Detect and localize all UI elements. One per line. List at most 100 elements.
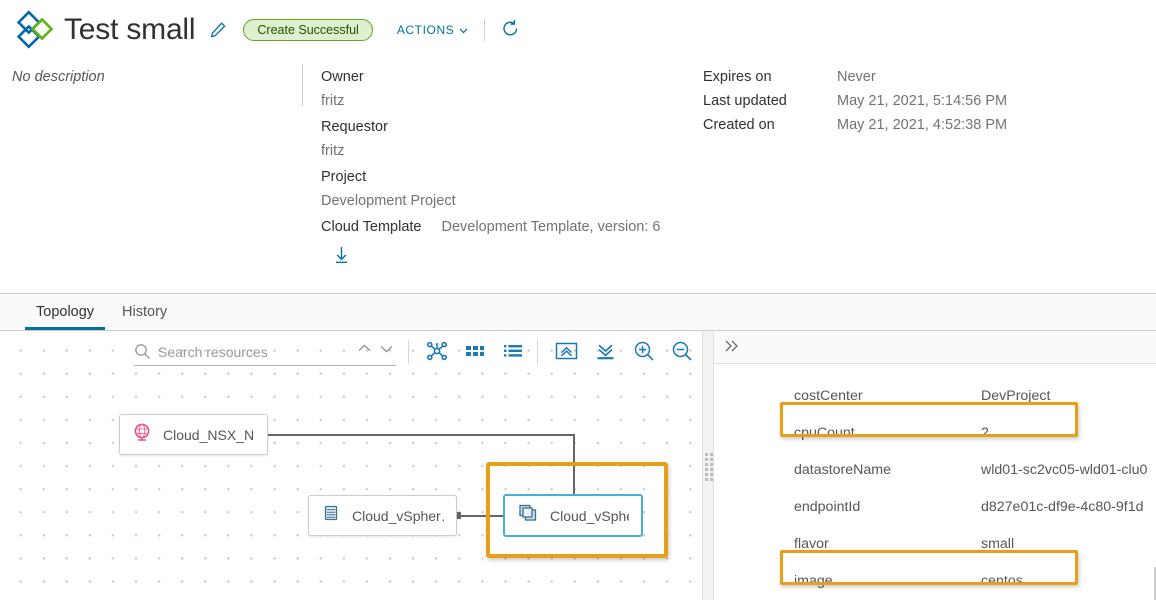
topology-canvas[interactable]: Cloud_NSX_N… Cloud_vSpher… Cloud_vSpher… bbox=[0, 331, 702, 600]
topology-view-button[interactable] bbox=[425, 339, 449, 366]
last-updated-value: May 21, 2021, 5:14:56 PM bbox=[837, 93, 1008, 109]
grid-cards-icon bbox=[463, 339, 487, 366]
details-pane-header bbox=[714, 331, 1156, 364]
expand-all-button[interactable] bbox=[593, 339, 618, 366]
property-row-flavor: flavor small bbox=[714, 525, 1156, 562]
node-cloud-vsphere-disk[interactable]: Cloud_vSpher… bbox=[308, 495, 457, 536]
property-key: cpuCount bbox=[794, 424, 855, 441]
summary-section: No description Owner fritz Requestor fri… bbox=[0, 60, 1156, 333]
node-label: Cloud_vSpher… bbox=[352, 507, 444, 524]
property-key: image bbox=[794, 572, 833, 589]
double-chevron-right-icon bbox=[724, 338, 741, 357]
expires-on-row: Expires on Never bbox=[703, 65, 1156, 89]
chevron-down-icon bbox=[379, 342, 394, 357]
status-badge: Create Successful bbox=[243, 19, 373, 41]
tab-history[interactable]: History bbox=[108, 294, 181, 330]
requestor-value: fritz bbox=[321, 143, 345, 159]
created-on-label: Created on bbox=[703, 117, 775, 133]
search-next-button[interactable] bbox=[379, 342, 394, 357]
zoom-buttons bbox=[554, 339, 694, 366]
refresh-button[interactable] bbox=[499, 17, 522, 43]
last-updated-label: Last updated bbox=[703, 93, 787, 109]
cloud-template-label: Cloud Template bbox=[321, 219, 422, 235]
project-field: Project Development Project bbox=[321, 165, 693, 213]
property-value: wld01-sc2vc05-wld01-clu0 bbox=[981, 461, 1148, 478]
expand-panel-button[interactable] bbox=[724, 339, 741, 356]
search-resources-box[interactable] bbox=[134, 339, 396, 366]
expires-on-label: Expires on bbox=[703, 69, 772, 85]
node-label: Cloud_NSX_N… bbox=[163, 426, 255, 443]
disk-cylinder-icon bbox=[321, 503, 341, 528]
created-on-row: Created on May 21, 2021, 4:52:38 PM bbox=[703, 113, 1156, 137]
zoom-out-button[interactable] bbox=[670, 339, 694, 366]
last-updated-row: Last updated May 21, 2021, 5:14:56 PM bbox=[703, 89, 1156, 113]
node-cloud-vsphere-machine[interactable]: Cloud_vSpher… bbox=[503, 494, 643, 537]
property-value: centos bbox=[981, 572, 1023, 589]
pencil-edit-icon[interactable] bbox=[209, 21, 227, 39]
details-pane: costCenter DevProject cpuCount 2 datasto… bbox=[714, 331, 1156, 600]
zoom-in-button[interactable] bbox=[632, 339, 656, 366]
page-header: Test small Create Successful ACTIONS bbox=[0, 0, 1156, 60]
project-label: Project bbox=[321, 169, 367, 185]
workspace: Cloud_NSX_N… Cloud_vSpher… Cloud_vSpher… bbox=[0, 331, 1156, 600]
property-row-datastorename: datastoreName wld01-sc2vc05-wld01-clu0 bbox=[714, 451, 1156, 488]
collapse-all-icon bbox=[554, 339, 579, 366]
splitter-grip-icon bbox=[705, 453, 713, 481]
property-key: endpointId bbox=[794, 498, 861, 515]
toolbar-divider-1 bbox=[408, 340, 409, 364]
list-view-button[interactable] bbox=[501, 339, 525, 366]
tab-topology[interactable]: Topology bbox=[22, 294, 108, 330]
property-row-endpointid: endpointId d827e01c-df9e-4c80-9f1d bbox=[714, 488, 1156, 525]
description-column: No description bbox=[12, 60, 302, 260]
download-template-button[interactable] bbox=[332, 245, 351, 268]
created-on-value: May 21, 2021, 4:52:38 PM bbox=[837, 117, 1008, 133]
machine-stack-icon bbox=[517, 502, 539, 529]
summary-meta-right: Expires on Never Last updated May 21, 20… bbox=[693, 60, 1156, 260]
requestor-label: Requestor bbox=[321, 119, 388, 135]
page-title: Test small bbox=[64, 13, 196, 46]
cloud-template-value: Development Template, version: 6 bbox=[441, 219, 661, 235]
search-nav-arrows bbox=[357, 342, 394, 357]
property-row-costcenter: costCenter DevProject bbox=[714, 377, 1156, 414]
edge-network-to-machine bbox=[267, 434, 574, 436]
property-list: costCenter DevProject cpuCount 2 datasto… bbox=[714, 364, 1156, 599]
property-value: 2 bbox=[981, 424, 989, 441]
summary-meta-left: Owner fritz Requestor fritz Project Deve… bbox=[303, 60, 693, 263]
property-value: DevProject bbox=[981, 387, 1051, 404]
topology-graph-icon bbox=[425, 339, 449, 366]
pane-splitter[interactable] bbox=[702, 331, 714, 600]
topology-toolbar bbox=[134, 337, 694, 367]
refresh-icon bbox=[501, 19, 520, 41]
cloud-template-field: Cloud Template Development Template, ver… bbox=[321, 215, 693, 239]
download-arrow-icon bbox=[332, 245, 351, 268]
zoom-out-icon bbox=[670, 339, 694, 366]
actions-button-label: ACTIONS bbox=[396, 23, 455, 37]
node-cloud-nsx-network[interactable]: Cloud_NSX_N… bbox=[119, 414, 268, 455]
toolbar-divider-2 bbox=[537, 340, 538, 364]
owner-value: fritz bbox=[321, 93, 345, 109]
vmware-diamonds-logo-icon bbox=[12, 10, 56, 50]
requestor-field: Requestor fritz bbox=[321, 115, 693, 163]
collapse-all-button[interactable] bbox=[554, 339, 579, 366]
property-key: flavor bbox=[794, 535, 829, 552]
search-icon bbox=[134, 343, 151, 365]
expires-on-value: Never bbox=[837, 69, 876, 85]
network-globe-icon bbox=[132, 422, 152, 447]
property-row-image: image centos bbox=[714, 562, 1156, 599]
actions-button[interactable]: ACTIONS bbox=[395, 19, 471, 41]
property-value: small bbox=[981, 535, 1015, 552]
expand-all-icon bbox=[593, 339, 618, 366]
card-view-button[interactable] bbox=[463, 339, 487, 366]
search-prev-button[interactable] bbox=[357, 342, 372, 357]
tab-bar: Topology History bbox=[0, 293, 1156, 331]
chevron-up-icon bbox=[357, 342, 372, 357]
list-rows-icon bbox=[501, 339, 525, 366]
view-mode-buttons bbox=[425, 339, 525, 366]
project-value: Development Project bbox=[321, 193, 456, 209]
zoom-in-icon bbox=[632, 339, 656, 366]
search-input[interactable] bbox=[156, 342, 352, 361]
property-key: datastoreName bbox=[794, 461, 891, 478]
owner-field: Owner fritz bbox=[321, 65, 693, 113]
owner-label: Owner bbox=[321, 69, 364, 85]
property-value: d827e01c-df9e-4c80-9f1d bbox=[981, 498, 1144, 515]
